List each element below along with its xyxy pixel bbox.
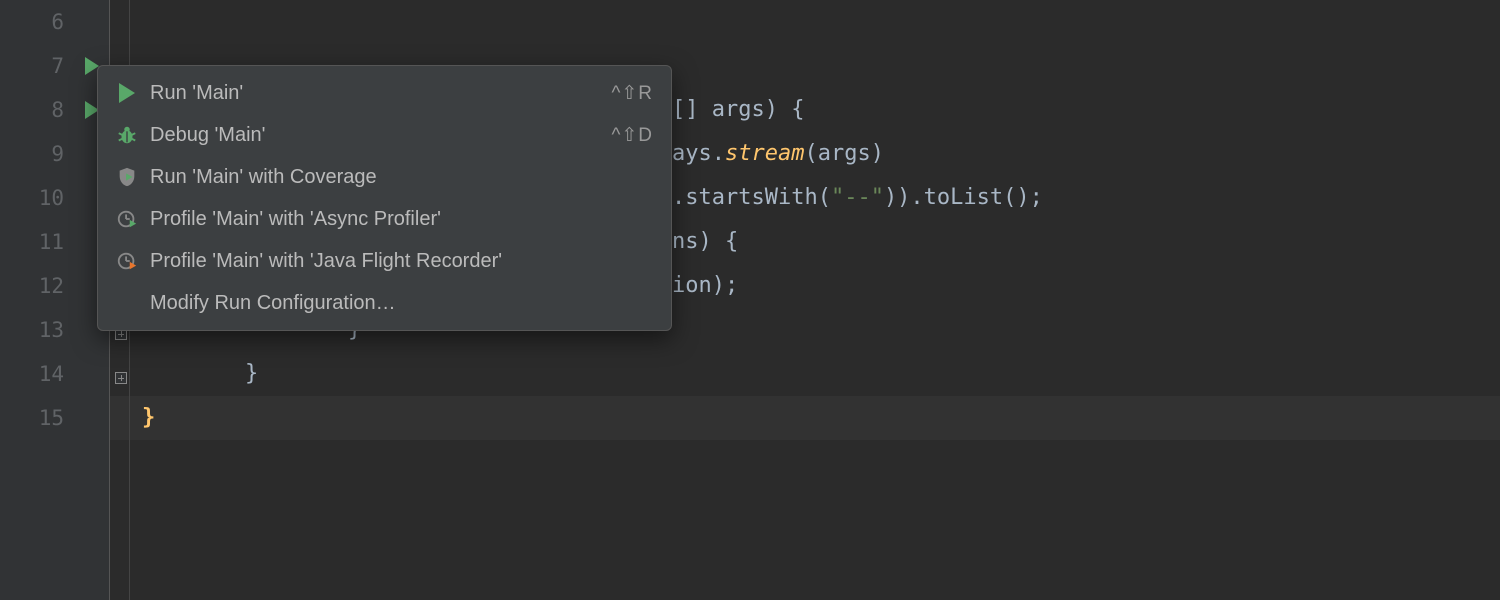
code-line-6 xyxy=(110,0,1500,44)
run-context-menu: Run 'Main' ^⇧R Debug 'Main' ^⇧D Run 'Mai… xyxy=(97,65,672,331)
play-icon xyxy=(112,83,142,103)
shield-icon xyxy=(112,166,142,188)
line-number: 14 xyxy=(0,352,109,396)
menu-item-label: Run 'Main' xyxy=(142,82,611,105)
code-line-15: } xyxy=(110,396,1500,440)
menu-item-run[interactable]: Run 'Main' ^⇧R xyxy=(98,72,671,114)
bug-icon xyxy=(112,124,142,146)
profiler-icon xyxy=(112,208,142,230)
line-number: 15 xyxy=(0,396,109,440)
editor-gutter: 6 7 8 9 10 11 12 13 14 15 xyxy=(0,0,110,600)
line-number: 9 xyxy=(0,132,109,176)
fold-marker-icon[interactable] xyxy=(115,372,127,384)
line-number[interactable]: 7 xyxy=(0,44,109,88)
menu-item-modify-config[interactable]: Modify Run Configuration… xyxy=(98,282,671,324)
menu-item-label: Profile 'Main' with 'Java Flight Recorde… xyxy=(142,250,653,273)
line-number: 11 xyxy=(0,220,109,264)
menu-item-profile-jfr[interactable]: Profile 'Main' with 'Java Flight Recorde… xyxy=(98,240,671,282)
menu-item-coverage[interactable]: Run 'Main' with Coverage xyxy=(98,156,671,198)
line-number: 13 xyxy=(0,308,109,352)
menu-item-debug[interactable]: Debug 'Main' ^⇧D xyxy=(98,114,671,156)
line-number: 10 xyxy=(0,176,109,220)
menu-item-label: Run 'Main' with Coverage xyxy=(142,166,653,189)
menu-item-shortcut: ^⇧D xyxy=(611,124,653,147)
menu-item-shortcut: ^⇧R xyxy=(611,82,653,105)
menu-item-label: Profile 'Main' with 'Async Profiler' xyxy=(142,208,653,231)
menu-item-label: Modify Run Configuration… xyxy=(142,292,653,315)
line-number: 6 xyxy=(0,0,109,44)
line-number[interactable]: 8 xyxy=(0,88,109,132)
code-line-14: } xyxy=(110,352,1500,396)
menu-item-profile-async[interactable]: Profile 'Main' with 'Async Profiler' xyxy=(98,198,671,240)
profiler-icon xyxy=(112,250,142,272)
line-number: 12 xyxy=(0,264,109,308)
menu-item-label: Debug 'Main' xyxy=(142,124,611,147)
